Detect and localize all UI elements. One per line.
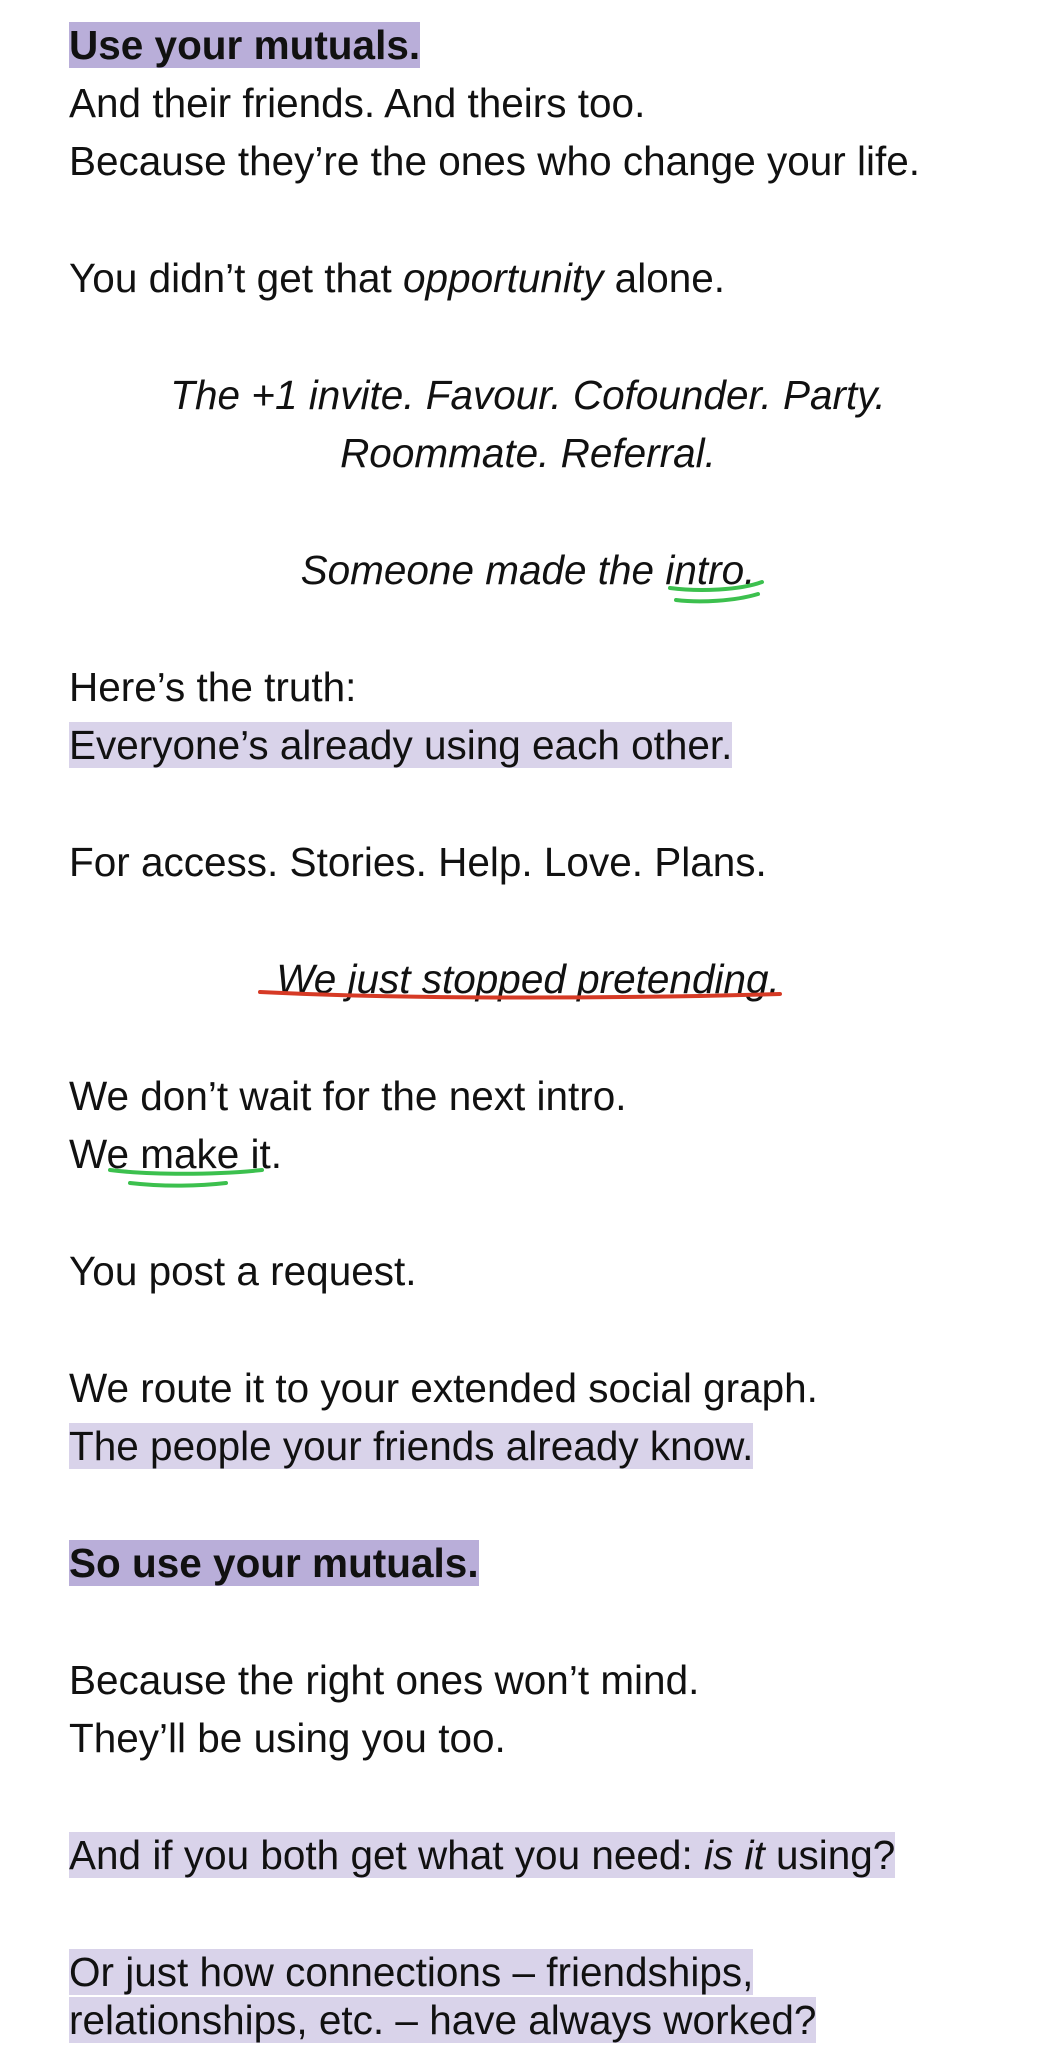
route-line: We route it to your extended social grap… — [69, 1365, 818, 1411]
using-you-line: They’ll be using you too. — [69, 1715, 506, 1761]
intro-word: intro — [665, 547, 745, 593]
request-line: You post a request. — [69, 1248, 417, 1294]
heading: Use your mutuals. — [69, 22, 421, 68]
people-line: The people your friends already know. — [69, 1423, 754, 1469]
truth-statement: Everyone’s already using each other. — [69, 722, 733, 768]
truth-label: Here’s the truth: — [69, 664, 357, 710]
list-line-2: Roommate. Referral. — [340, 430, 716, 476]
wait-line: We don’t wait for the next intro. — [69, 1073, 627, 1119]
intro-made-line: Someone made the intro. — [300, 547, 756, 593]
mind-line: Because the right ones won’t mind. — [69, 1657, 700, 1703]
list-line-1: The +1 invite. Favour. Cofounder. Party. — [170, 372, 886, 418]
document-page: { "heading": "Use your mutuals.", "intro… — [0, 0, 1056, 2048]
make-line: We make it. — [69, 1131, 283, 1177]
access-line: For access. Stories. Help. Love. Plans. — [69, 839, 767, 885]
closing-line-2: relationships, etc. – have always worked… — [69, 1997, 817, 2043]
pretending-line: We just stopped pretending. — [276, 956, 780, 1002]
intro-line-2: Because they’re the ones who change your… — [69, 138, 921, 184]
question-line: And if you both get what you need: is it… — [69, 1832, 896, 1878]
so-use-line: So use your mutuals. — [69, 1540, 479, 1586]
intro-line-1: And their friends. And theirs too. — [69, 80, 646, 126]
opportunity-line: You didn’t get that opportunity alone. — [69, 255, 726, 301]
